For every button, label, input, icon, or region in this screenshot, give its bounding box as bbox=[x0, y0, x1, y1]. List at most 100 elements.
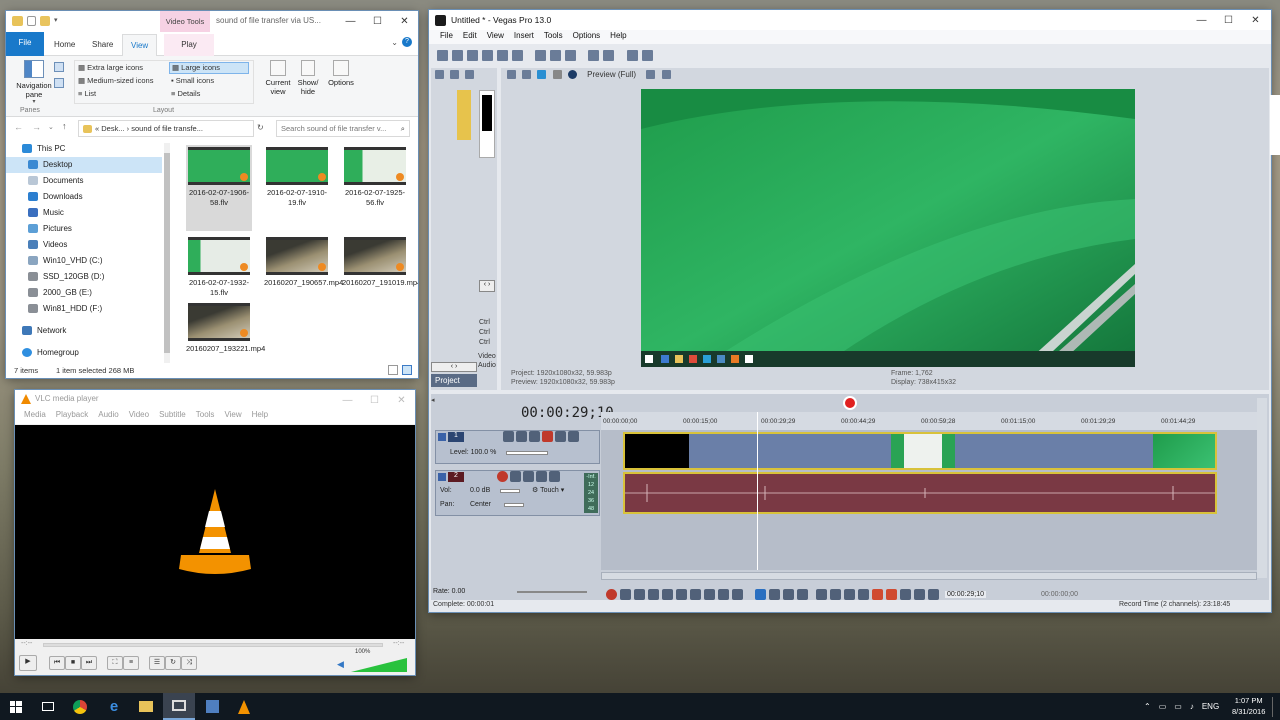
preview-quality[interactable]: Preview (Full) bbox=[587, 70, 636, 79]
render-icon[interactable] bbox=[497, 50, 508, 61]
speaker-icon[interactable]: ◀ bbox=[337, 659, 344, 670]
menu-file[interactable]: File bbox=[435, 30, 458, 44]
explorer-titlebar[interactable]: ▾ Video Tools sound of file transfer via… bbox=[6, 11, 418, 32]
action-center-icon[interactable]: ▭ bbox=[1174, 702, 1182, 711]
timeline-collapse-icon[interactable]: ◂ bbox=[431, 396, 435, 404]
play-from-start-button[interactable] bbox=[634, 588, 645, 600]
layout-medium[interactable]: ▦ Medium-sized icons bbox=[78, 76, 153, 85]
details-view-icon[interactable] bbox=[388, 365, 398, 375]
file-item[interactable]: 20160207_190657.mp4 bbox=[264, 235, 343, 288]
layout-large-icons[interactable]: ▦ Large icons bbox=[169, 62, 249, 74]
maximize-button[interactable]: ☐ bbox=[364, 11, 391, 31]
preview-props-icon[interactable] bbox=[507, 70, 516, 80]
go-to-end-button[interactable] bbox=[704, 588, 715, 600]
selection-tool[interactable] bbox=[783, 588, 794, 600]
track-expand-icon[interactable] bbox=[438, 473, 446, 481]
auto-ripple-button[interactable] bbox=[914, 588, 925, 600]
play-button[interactable] bbox=[648, 588, 659, 600]
lock-button[interactable] bbox=[858, 588, 869, 600]
scroll-left-right[interactable]: ‹ › bbox=[431, 362, 477, 372]
refresh-icon[interactable]: ↻ bbox=[257, 123, 264, 132]
copy-icon[interactable] bbox=[550, 50, 562, 61]
layout-extra-large[interactable]: ▦ Extra large icons bbox=[78, 63, 143, 72]
menu-view[interactable]: View bbox=[219, 408, 246, 424]
stop-button[interactable]: ■ bbox=[65, 656, 81, 670]
media-view-icon[interactable] bbox=[465, 70, 474, 79]
expand-ribbon-icon[interactable]: ⌄ bbox=[391, 38, 398, 47]
address-bar[interactable]: « Desk... › sound of file transfe... bbox=[78, 120, 254, 137]
maximize-button[interactable]: ☐ bbox=[1215, 10, 1242, 30]
vlc-taskbar-button[interactable] bbox=[228, 693, 260, 720]
menu-edit[interactable]: Edit bbox=[458, 30, 482, 44]
nav-downloads[interactable]: Downloads bbox=[6, 189, 162, 205]
start-button[interactable] bbox=[0, 693, 32, 720]
mute-icon[interactable] bbox=[536, 471, 547, 482]
arm-record-icon[interactable] bbox=[497, 471, 508, 482]
menu-audio[interactable]: Audio bbox=[93, 408, 123, 424]
forward-icon[interactable]: → bbox=[32, 122, 41, 132]
nav-scrollbar[interactable] bbox=[164, 143, 170, 363]
envelope-tool[interactable] bbox=[769, 588, 780, 600]
save-snapshot-icon[interactable] bbox=[661, 70, 671, 80]
search-input[interactable]: Search sound of file transfer v... ⌕ bbox=[276, 120, 410, 137]
crossfade-button[interactable] bbox=[928, 588, 939, 600]
maximize-button[interactable]: ☐ bbox=[361, 390, 388, 410]
menu-video[interactable]: Video bbox=[124, 408, 154, 424]
record-button[interactable] bbox=[606, 588, 617, 600]
nav-this-pc[interactable]: This PC bbox=[6, 141, 162, 157]
scroll-arrows[interactable]: ‹ › bbox=[479, 280, 495, 292]
new-icon[interactable] bbox=[437, 50, 448, 61]
save-app-taskbar-button[interactable] bbox=[196, 693, 228, 720]
whats-this-icon[interactable] bbox=[641, 50, 653, 61]
horizontal-scrollbar[interactable] bbox=[601, 572, 1257, 580]
new-folder-icon[interactable] bbox=[40, 16, 50, 26]
split-screen-icon[interactable] bbox=[537, 70, 547, 80]
layout-list[interactable]: ≡ List bbox=[78, 89, 96, 98]
marker-button[interactable] bbox=[872, 588, 883, 600]
file-list-scrollbar[interactable] bbox=[338, 141, 346, 366]
video-clip[interactable] bbox=[623, 432, 1217, 470]
capture-icon[interactable] bbox=[450, 70, 459, 79]
audio-clip[interactable] bbox=[623, 472, 1217, 514]
cut-icon[interactable] bbox=[535, 50, 547, 61]
up-icon[interactable]: ↑ bbox=[62, 121, 67, 131]
file-item[interactable]: 20160207_193221.mp4 bbox=[186, 301, 265, 354]
minimize-button[interactable]: — bbox=[334, 390, 361, 410]
close-button[interactable]: ✕ bbox=[391, 11, 418, 31]
tab-file[interactable]: File bbox=[6, 32, 44, 56]
volume-slider[interactable] bbox=[351, 658, 407, 672]
next-button[interactable]: ⏭ bbox=[81, 656, 97, 670]
audio-track-header[interactable]: 2 Vol: 0.0 dB ⚙ Touch ▾ Pan: Center -Inf… bbox=[435, 470, 600, 516]
tab-play[interactable]: Play bbox=[164, 34, 214, 56]
loop-button[interactable]: ↻ bbox=[165, 656, 181, 670]
import-media-icon[interactable] bbox=[435, 70, 444, 79]
nav-videos[interactable]: Videos bbox=[6, 237, 162, 253]
menu-help[interactable]: Help bbox=[605, 30, 631, 44]
file-item[interactable]: 2016-02-07-1906-58.flv bbox=[186, 145, 252, 231]
language-indicator[interactable]: ENG bbox=[1202, 702, 1219, 711]
chrome-taskbar-button[interactable] bbox=[64, 693, 96, 720]
go-to-start-button[interactable] bbox=[690, 588, 701, 600]
vegas-taskbar-button[interactable] bbox=[163, 693, 195, 720]
vlc-video-area[interactable] bbox=[15, 425, 415, 639]
volume-slider[interactable] bbox=[500, 489, 520, 493]
track-expand-icon[interactable] bbox=[438, 433, 446, 441]
save-as-icon[interactable] bbox=[482, 50, 493, 61]
split-button[interactable] bbox=[844, 588, 855, 600]
solo-icon[interactable] bbox=[568, 431, 579, 442]
paste-icon[interactable] bbox=[565, 50, 577, 61]
task-view-button[interactable] bbox=[32, 693, 64, 720]
snap-icon[interactable] bbox=[626, 50, 638, 61]
overlay-icon[interactable] bbox=[552, 70, 562, 80]
external-monitor-icon[interactable] bbox=[522, 70, 532, 80]
options-button[interactable]: Options bbox=[326, 60, 356, 87]
menu-options[interactable]: Options bbox=[568, 30, 606, 44]
time-ruler[interactable]: 00:00:00;00 00:00:15;00 00:00:29;29 00:0… bbox=[601, 412, 1257, 430]
nav-desktop[interactable]: Desktop bbox=[6, 157, 162, 173]
nav-network[interactable]: Network bbox=[6, 323, 162, 339]
file-item[interactable]: 2016-02-07-1932-15.flv bbox=[186, 235, 252, 298]
invert-phase-icon[interactable] bbox=[510, 471, 521, 482]
current-view-button[interactable]: Current view bbox=[264, 60, 292, 96]
customize-toolbar-icon[interactable]: ▾ bbox=[54, 16, 58, 26]
level-slider[interactable] bbox=[506, 451, 548, 455]
